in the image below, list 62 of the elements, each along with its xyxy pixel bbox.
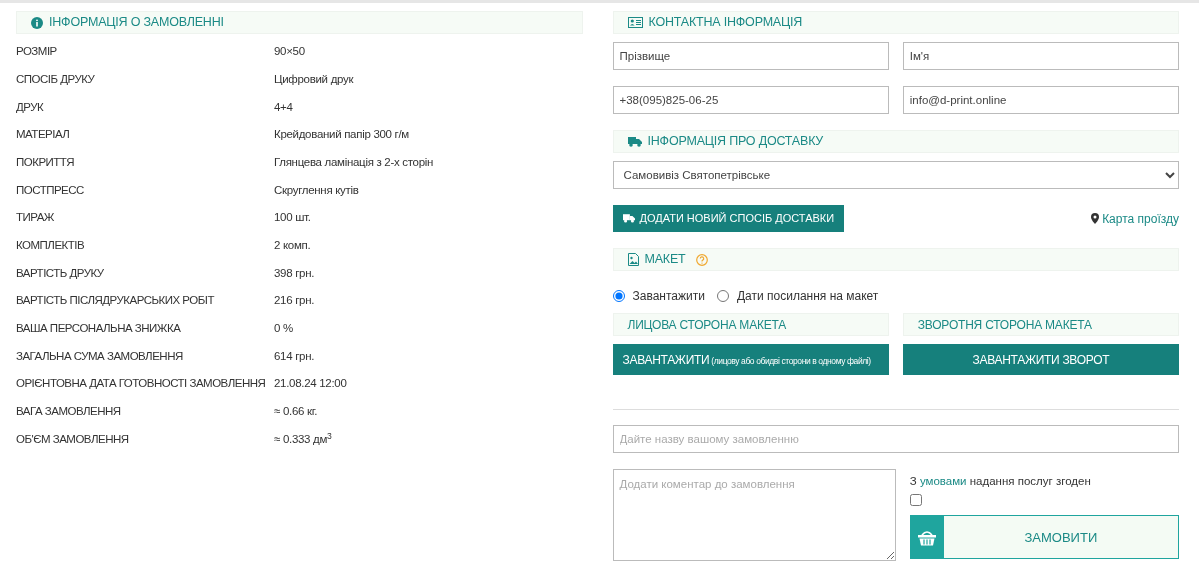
row-label: ОБ'ЄМ ЗАМОВЛЕННЯ xyxy=(16,431,130,447)
terms-text: З умовами надання послуг згоден xyxy=(909,474,1092,489)
row-label: ПОСТПРЕСС xyxy=(16,182,85,198)
map-pin-icon xyxy=(1091,213,1100,224)
row-label: ВАГА ЗАМОВЛЕННЯ xyxy=(16,404,122,420)
terms-checkbox[interactable] xyxy=(909,494,922,507)
truck-icon xyxy=(627,136,642,147)
row-label: ВАРТІСТЬ ПІСЛЯДРУКАРСЬКИХ РОБІТ xyxy=(16,293,216,309)
row-value: 614 грн. xyxy=(274,348,315,364)
section-title: ІНФОРМАЦІЯ О ЗАМОВЛЕННІ xyxy=(49,14,224,32)
comment-field[interactable]: Додати коментар до замовлення xyxy=(612,469,896,561)
row-value: ≈ 0.66 кг. xyxy=(274,404,318,420)
map-link[interactable]: Карта проїзду xyxy=(1091,209,1179,228)
contact-field[interactable]: Ім'я xyxy=(902,42,1179,70)
terms-link[interactable]: умовами xyxy=(919,475,967,487)
side-header: ЛИЦОВА СТОРОНА МАКЕТА xyxy=(612,313,889,336)
row-label: ТИРАЖ xyxy=(16,210,55,226)
row-value: Крейдований папір 300 г/м xyxy=(274,127,409,143)
contact-card-icon xyxy=(627,17,643,28)
row-value: 0 % xyxy=(274,321,293,337)
section-title: МАКЕТ xyxy=(644,251,686,269)
row-label: ЗАГАЛЬНА СУМА ЗАМОВЛЕННЯ xyxy=(16,348,184,364)
delivery-select[interactable]: Самовивіз Святопетрівське xyxy=(612,161,1179,189)
row-value: 100 шт. xyxy=(274,210,311,226)
radio-button[interactable] xyxy=(716,290,729,302)
section-title: ІНФОРМАЦІЯ ПРО ДОСТАВКУ xyxy=(647,133,824,151)
upload-button[interactable]: ЗАВАНТАЖИТИ (лицову або обидві сторони в одному файлі) xyxy=(612,344,889,375)
side-header: ЗВОРОТНЯ СТОРОНА МАКЕТА xyxy=(902,313,1179,336)
row-label: ДРУК xyxy=(16,99,45,115)
row-value: 21.08.24 12:00 xyxy=(274,376,347,392)
add-delivery-button[interactable]: ДОДАТИ НОВИЙ СПОСІБ ДОСТАВКИ xyxy=(612,205,845,232)
section-title: КОНТАКТНА ІНФОРМАЦІЯ xyxy=(648,14,803,32)
upload-button[interactable]: ЗАВАНТАЖИТИ ЗВОРОТ xyxy=(902,344,1179,375)
row-label: ОРІЄНТОВНА ДАТА ГОТОВНОСТІ ЗАМОВЛЕННЯ xyxy=(16,376,267,392)
contact-field[interactable]: Прізвище xyxy=(612,42,889,70)
row-label: ВАРТІСТЬ ДРУКУ xyxy=(16,265,105,281)
basket-icon xyxy=(917,528,938,546)
row-value: Скруглення кутів xyxy=(274,182,359,198)
contact-field[interactable]: info@d-print.online xyxy=(902,86,1179,114)
row-value: 2 комп. xyxy=(274,238,311,254)
order-name-field[interactable]: Дайте назву вашому замовленню xyxy=(612,425,1179,453)
info-icon xyxy=(31,16,43,29)
row-label: СПОСІБ ДРУКУ xyxy=(16,71,96,87)
row-label: РОЗМІР xyxy=(16,44,58,60)
row-label: ПОКРИТТЯ xyxy=(16,154,75,170)
contact-field[interactable]: +38(095)825-06-25 xyxy=(612,86,889,114)
row-value: 216 грн. xyxy=(274,293,315,309)
order-button[interactable]: ЗАМОВИТИ xyxy=(909,515,1179,560)
row-value: Цифровий друк xyxy=(274,71,354,87)
truck-icon xyxy=(622,214,635,223)
image-file-icon xyxy=(627,253,639,266)
row-label: КОМПЛЕКТІВ xyxy=(16,238,86,254)
radio-label: Дати посилання на макет xyxy=(736,288,879,305)
row-value: 398 грн. xyxy=(274,265,315,281)
row-label: ВАША ПЕРСОНАЛЬНА ЗНИЖКА xyxy=(16,321,182,337)
row-value: 4+4 xyxy=(274,99,293,115)
row-value: 90×50 xyxy=(274,44,305,60)
row-value: ≈ 0.333 дм$^{3}$ xyxy=(274,430,332,447)
radio-button[interactable] xyxy=(612,290,625,302)
row-value: Глянцева ламінація з 2-х сторін xyxy=(274,154,434,170)
radio-label: Завантажити xyxy=(632,288,705,305)
row-label: МАТЕРІАЛ xyxy=(16,127,71,143)
